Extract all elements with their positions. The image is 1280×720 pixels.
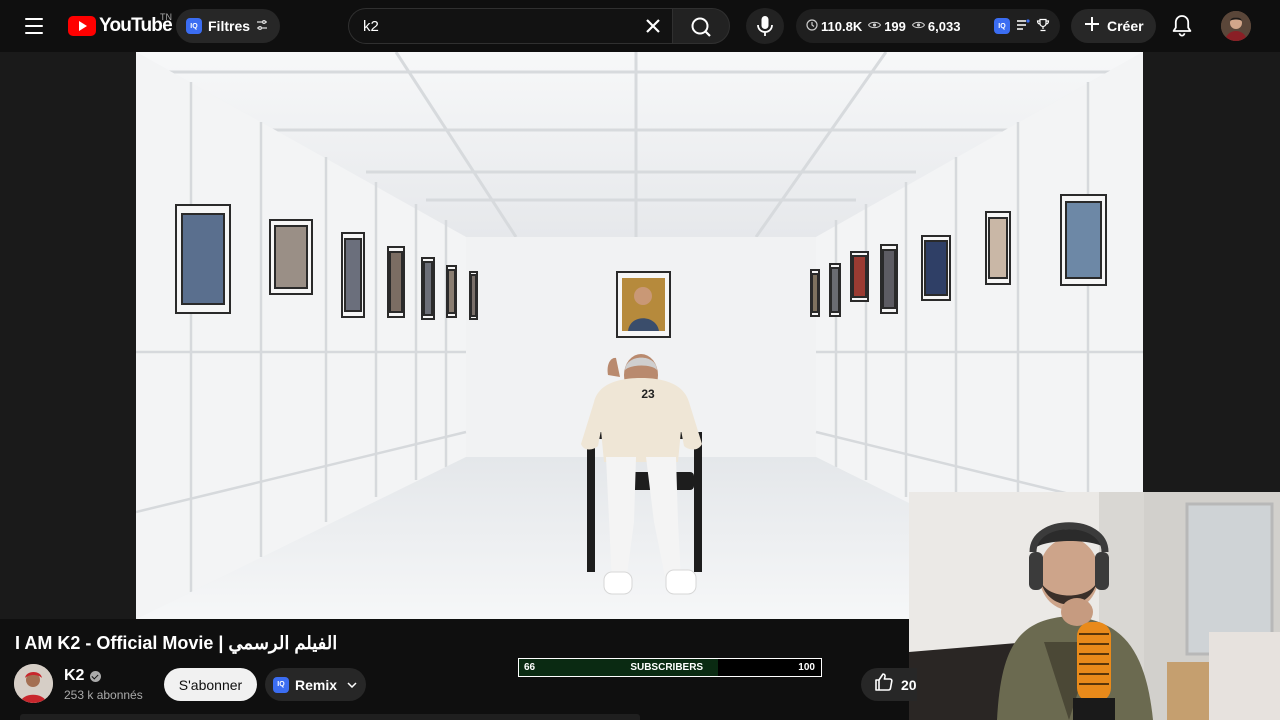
like-button[interactable]: 20 [861,668,917,701]
webcam-feed [909,492,1280,720]
stat-count: 6,033 [911,18,961,34]
subscribe-button[interactable]: S'abonner [164,668,257,701]
search-input[interactable]: k2 [348,8,672,44]
iq-extension-icon: IQ [186,18,202,34]
create-label: Créer [1107,18,1144,34]
list-icon[interactable] [1016,18,1030,34]
filters-button[interactable]: IQ Filtres [176,9,281,43]
trophy-icon[interactable] [1036,18,1050,35]
stat-views: 110.8K [806,19,862,34]
account-avatar[interactable] [1221,11,1251,41]
description-box-edge [20,714,640,720]
clear-search-icon[interactable] [640,13,666,39]
eye-icon [868,20,882,33]
search-query-text: k2 [363,17,379,35]
count-value: 6,033 [927,18,961,34]
filters-label: Filtres [208,18,251,34]
subscriber-goal-target: 100 [798,662,815,673]
voice-search-button[interactable] [746,8,784,44]
channel-name[interactable]: K2 [64,667,102,685]
webcam-overlay [909,492,1280,720]
channel-subscriber-count: 253 k abonnés [64,688,143,702]
watching-value: 199 [884,18,906,34]
tune-icon [256,19,268,34]
subscriber-goal-current: 66 [524,662,536,673]
notifications-bell-icon[interactable] [1166,10,1198,42]
country-code: TN [160,12,172,22]
channel-name-text: K2 [64,667,85,684]
iq-extension-icon[interactable]: IQ [994,18,1010,34]
plus-icon [1083,14,1101,38]
clock-icon [806,18,818,34]
extension-stats-bar: 110.8K 199 6,033 IQ [796,9,1060,43]
search-button[interactable] [672,8,730,44]
stat-watching: 199 [868,19,906,34]
subscriber-goal-bar: 66 SUBSCRIBERS 100 [518,658,822,677]
channel-avatar[interactable] [14,664,53,703]
create-button[interactable]: Créer [1071,9,1156,43]
microphone-icon [757,16,773,36]
chevron-down-icon[interactable] [347,679,357,691]
remix-button[interactable]: IQ Remix [265,668,366,701]
jersey-number: 23 [641,387,655,401]
eye-icon [911,20,926,33]
like-count: 20 [901,676,917,693]
remix-label: Remix [295,676,338,693]
verified-badge-icon [90,670,102,682]
subscriber-goal-label: SUBSCRIBERS [630,662,704,673]
video-title: I AM K2 - Official Movie | الفيلم الرسمي [15,633,338,653]
search-icon [691,17,711,37]
youtube-play-icon [68,16,96,36]
hamburger-menu-icon[interactable] [16,12,52,40]
thumbs-up-icon [873,671,895,698]
views-value: 110.8K [821,18,863,34]
youtube-logo[interactable]: YouTube [68,14,173,38]
iq-extension-icon: IQ [273,676,289,693]
masthead: YouTube TN IQ Filtres k2 110.8K 199 6,03… [0,0,1280,52]
